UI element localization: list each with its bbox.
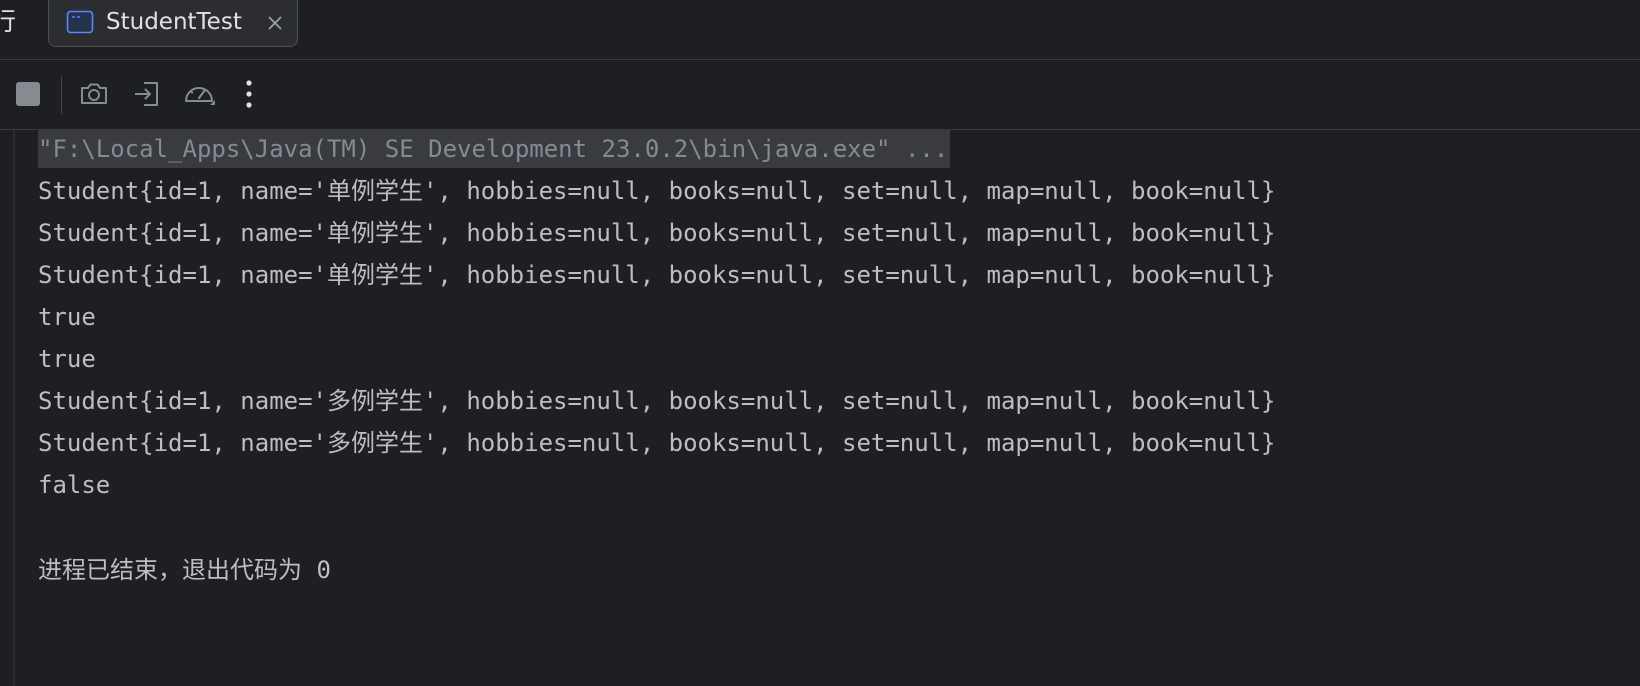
output-line: true <box>38 345 96 373</box>
stop-button[interactable] <box>11 77 45 111</box>
console-gutter <box>13 130 15 686</box>
toolbar-separator <box>61 76 62 114</box>
stop-icon <box>16 82 40 106</box>
more-button[interactable] <box>232 77 266 111</box>
exit-icon <box>135 82 158 106</box>
screenshot-button[interactable] <box>77 77 111 111</box>
run-toolbar <box>0 60 1640 130</box>
output-line: Student{id=1, name='多例学生', hobbies=null,… <box>38 429 1276 457</box>
tab-student-test[interactable]: StudentTest <box>48 0 298 47</box>
output-line: Student{id=1, name='多例学生', hobbies=null,… <box>38 387 1276 415</box>
command-line: "F:\Local_Apps\Java(TM) SE Development 2… <box>38 130 951 168</box>
output-line: Student{id=1, name='单例学生', hobbies=null,… <box>38 261 1276 289</box>
run-tool-window: 行 StudentTest "F:\Local_Apps\Java(TM) SE… <box>0 0 1640 686</box>
tab-label: StudentTest <box>106 9 242 35</box>
process-exit-message: 进程已结束，退出代码为 0 <box>38 556 331 584</box>
speedometer-icon <box>185 87 215 105</box>
output-line: true <box>38 303 96 331</box>
close-icon[interactable] <box>265 13 285 33</box>
more-vertical-icon <box>246 80 252 108</box>
run-tab-bar: 行 StudentTest <box>0 0 1640 60</box>
output-line: Student{id=1, name='单例学生', hobbies=null,… <box>38 177 1276 205</box>
console-output[interactable]: "F:\Local_Apps\Java(TM) SE Development 2… <box>0 130 1640 686</box>
run-window-title-glyph: 行 <box>0 7 17 36</box>
exit-button[interactable] <box>130 77 164 111</box>
output-line: false <box>38 471 111 499</box>
camera-icon <box>81 83 107 104</box>
output-line: Student{id=1, name='单例学生', hobbies=null,… <box>38 219 1276 247</box>
console-icon <box>66 10 94 34</box>
profiler-button[interactable] <box>182 77 216 111</box>
